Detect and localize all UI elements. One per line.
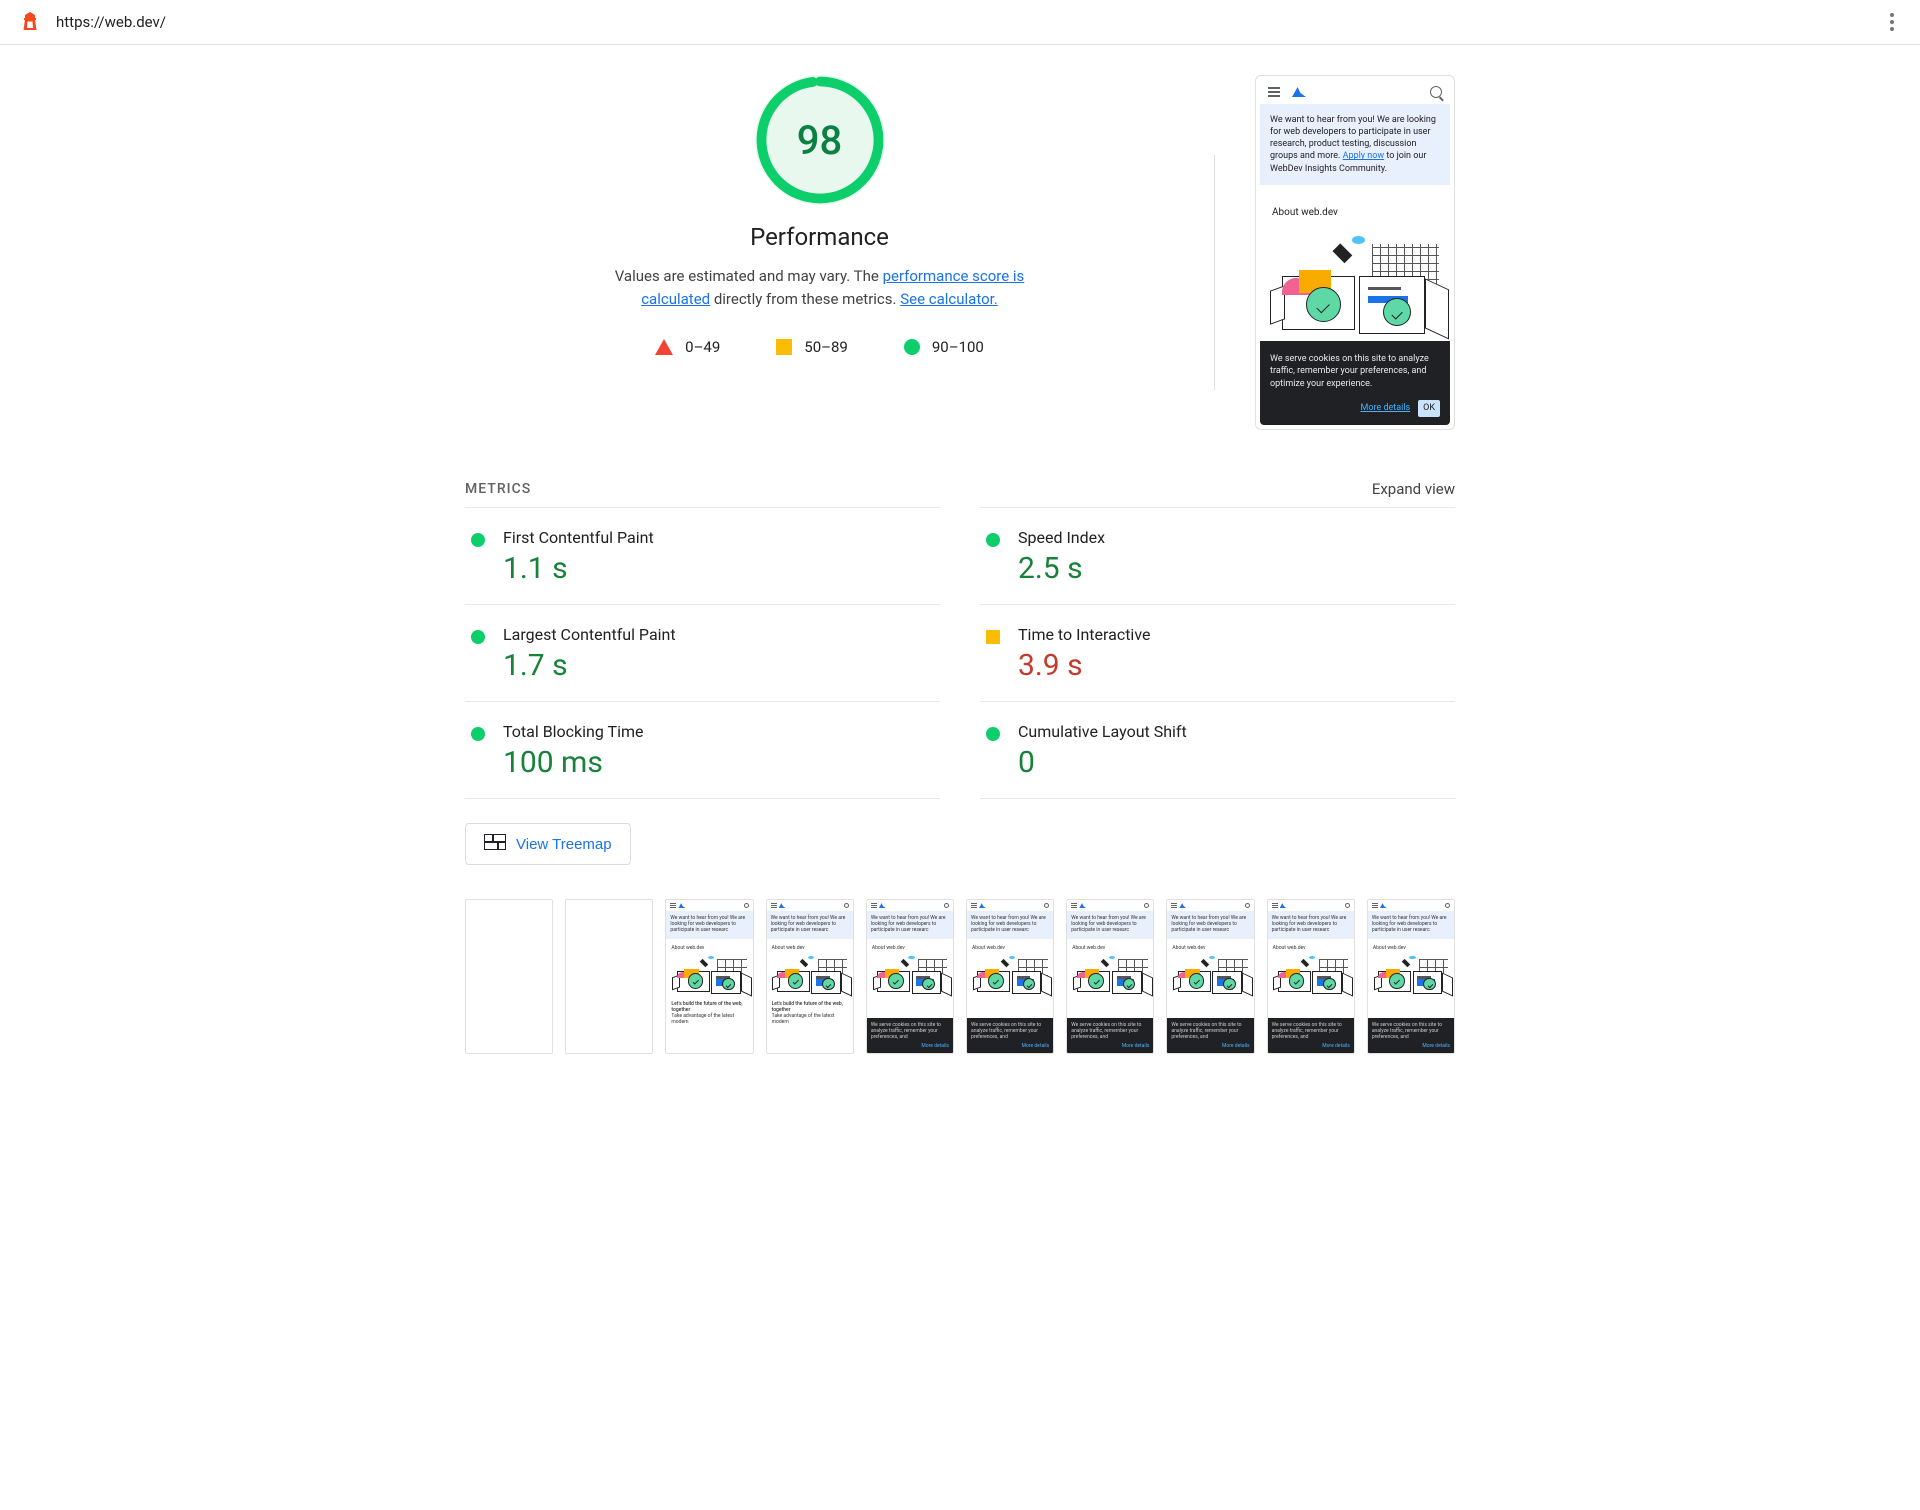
expand-view-toggle[interactable]: Expand view: [1372, 480, 1455, 498]
filmstrip-frame[interactable]: We want to hear from you! We are looking…: [1367, 899, 1455, 1054]
pass-circle-icon: [904, 339, 920, 355]
filmstrip-frame[interactable]: We want to hear from you! We are looking…: [966, 899, 1054, 1054]
metric-first-contentful-paint: First Contentful Paint 1.1 s: [465, 507, 940, 605]
metric-name: Cumulative Layout Shift: [1018, 722, 1449, 741]
filmstrip-frame[interactable]: We want to hear from you! We are looking…: [1066, 899, 1154, 1054]
filmstrip-frame[interactable]: We want to hear from you! We are looking…: [866, 899, 954, 1054]
metric-status-icon: [986, 630, 1000, 644]
filmstrip-frame[interactable]: We want to hear from you! We are looking…: [766, 899, 854, 1054]
filmstrip-frame[interactable]: We want to hear from you! We are looking…: [1267, 899, 1355, 1054]
site-url: https://web.dev/: [56, 13, 1882, 31]
metric-value: 2.5 s: [1018, 551, 1449, 586]
metric-name: Speed Index: [1018, 528, 1449, 547]
metric-total-blocking-time: Total Blocking Time 100 ms: [465, 701, 940, 799]
filmstrip-frame[interactable]: We want to hear from you! We are looking…: [665, 899, 753, 1054]
filmstrip-frame[interactable]: [565, 899, 653, 1054]
metric-status-icon: [986, 727, 1000, 741]
metric-value: 1.1 s: [503, 551, 934, 586]
category-title: Performance: [485, 223, 1154, 251]
score-value: 98: [755, 75, 885, 205]
metric-status-icon: [471, 533, 485, 547]
fail-triangle-icon: [655, 339, 673, 355]
preview-banner: We want to hear from you! We are looking…: [1260, 104, 1450, 185]
metric-status-icon: [471, 630, 485, 644]
page-screenshot: We want to hear from you! We are looking…: [1255, 75, 1455, 430]
score-legend: 0–49 50–89 90–100: [485, 338, 1154, 356]
page-header: https://web.dev/: [0, 0, 1920, 45]
view-treemap-button[interactable]: View Treemap: [465, 823, 631, 865]
filmstrip-frame[interactable]: We want to hear from you! We are looking…: [1166, 899, 1254, 1054]
score-description: Values are estimated and may vary. The p…: [600, 265, 1040, 312]
metric-name: Largest Contentful Paint: [503, 625, 934, 644]
metric-cumulative-layout-shift: Cumulative Layout Shift 0: [980, 701, 1455, 799]
score-gauge: 98: [755, 75, 885, 205]
webdev-logo-icon: [1292, 87, 1306, 97]
metric-value: 1.7 s: [503, 648, 934, 683]
metrics-heading: METRICS: [465, 481, 531, 497]
calculator-link[interactable]: See calculator.: [900, 290, 998, 308]
preview-illustration: [1268, 236, 1442, 341]
metric-speed-index: Speed Index 2.5 s: [980, 507, 1455, 605]
metric-time-to-interactive: Time to Interactive 3.9 s: [980, 604, 1455, 702]
metric-value: 100 ms: [503, 745, 934, 780]
metric-value: 3.9 s: [1018, 648, 1449, 683]
preview-cookie-bar: We serve cookies on this site to analyze…: [1260, 341, 1450, 425]
kebab-menu-icon[interactable]: [1882, 13, 1902, 31]
lighthouse-icon: [18, 10, 42, 34]
metric-value: 0: [1018, 745, 1449, 780]
vertical-divider: [1214, 155, 1215, 390]
avg-square-icon: [776, 339, 792, 355]
filmstrip: We want to hear from you! We are looking…: [465, 899, 1455, 1054]
metric-largest-contentful-paint: Largest Contentful Paint 1.7 s: [465, 604, 940, 702]
filmstrip-frame[interactable]: [465, 899, 553, 1054]
hamburger-icon: [1268, 87, 1280, 97]
preview-about: About web.dev: [1260, 185, 1450, 230]
metric-status-icon: [471, 727, 485, 741]
metric-name: First Contentful Paint: [503, 528, 934, 547]
metric-name: Time to Interactive: [1018, 625, 1449, 644]
treemap-icon: [484, 834, 506, 854]
search-icon: [1430, 86, 1442, 98]
performance-summary: 98 Performance Values are estimated and …: [465, 75, 1174, 430]
metric-name: Total Blocking Time: [503, 722, 934, 741]
treemap-label: View Treemap: [516, 836, 612, 853]
metric-status-icon: [986, 533, 1000, 547]
